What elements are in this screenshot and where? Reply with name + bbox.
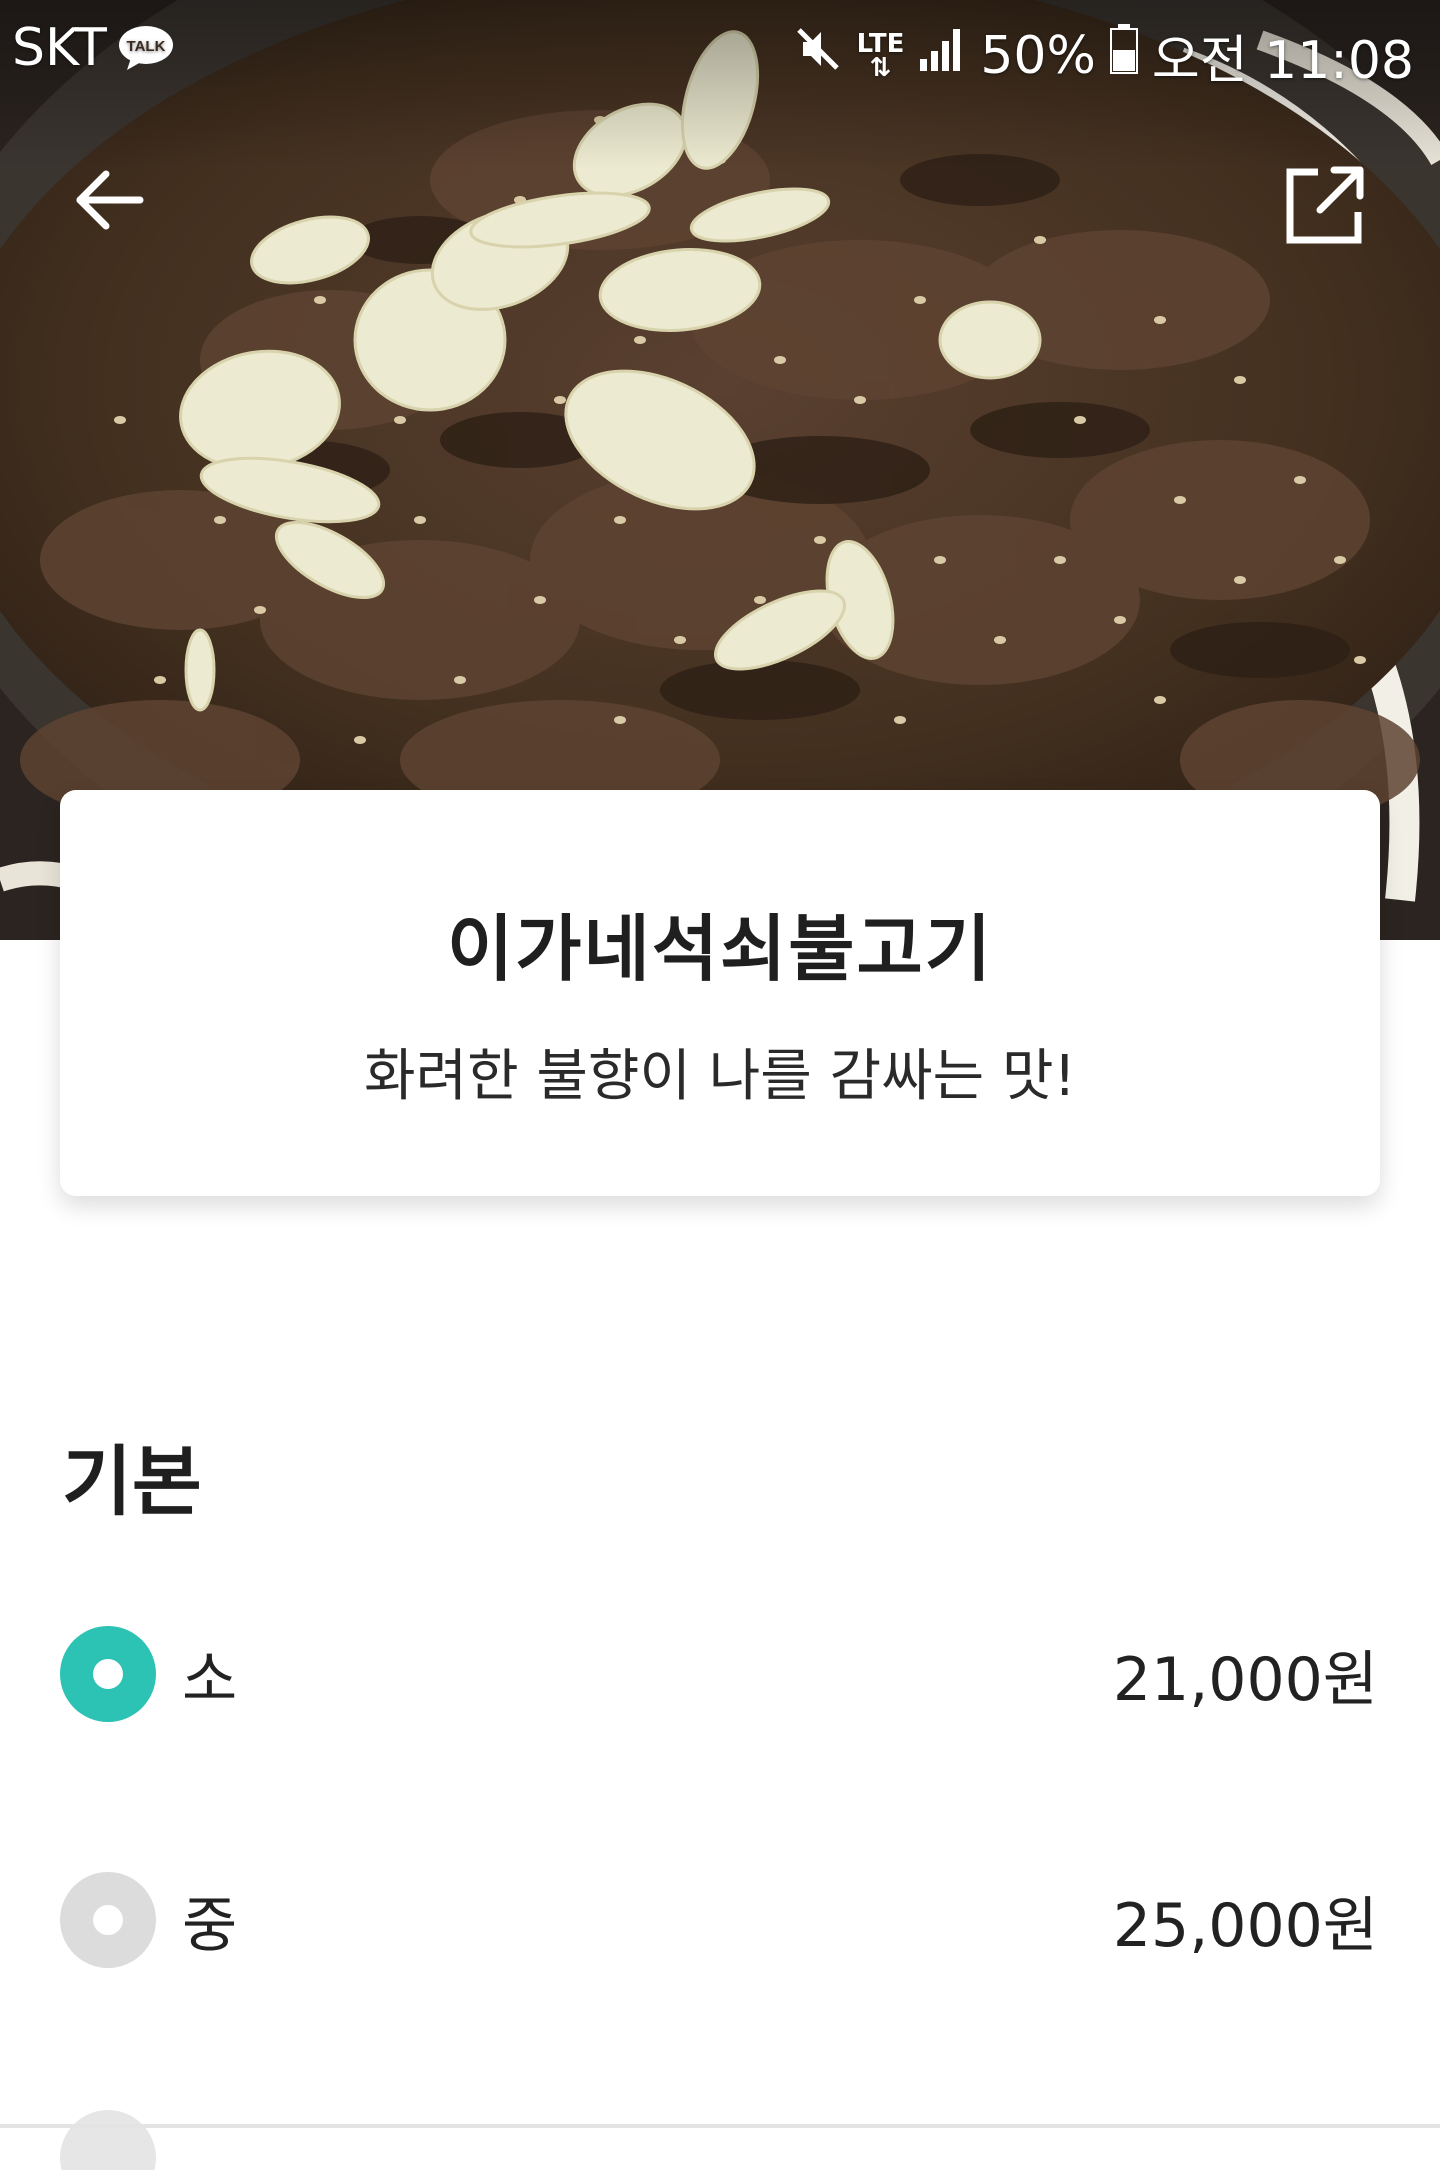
- share-external-icon: [1286, 166, 1364, 244]
- network-label: LTE: [856, 28, 905, 59]
- status-left: SKT TALK: [12, 18, 175, 78]
- option-price: 25,000원: [1112, 1890, 1378, 1961]
- menu-description: 화려한 불향이 나를 감싸는 맛!: [364, 1044, 1076, 1109]
- menu-name: 이가네석쇠불고기: [447, 907, 993, 991]
- mute-icon: [793, 24, 843, 87]
- kakaotalk-icon: TALK: [117, 24, 175, 72]
- option-row-small[interactable]: 소 21,000원: [60, 1624, 1378, 1724]
- data-arrows-icon: ⇅: [869, 52, 892, 83]
- radio-unselected-icon[interactable]: [60, 1872, 156, 1968]
- radio-selected-icon[interactable]: [60, 1626, 156, 1722]
- menu-detail-screen: SKT TALK LTE ⇅ 50% 오전 11:08 이가네석쇠불고기 화려한…: [0, 0, 1440, 2170]
- signal-icon: [918, 25, 966, 86]
- share-button[interactable]: [1280, 160, 1370, 250]
- back-button[interactable]: [70, 160, 150, 240]
- option-section-title: 기본: [62, 1437, 202, 1526]
- option-label: 소: [182, 1644, 238, 1715]
- talk-badge-text: TALK: [126, 38, 165, 55]
- option-label: 중: [182, 1890, 238, 1961]
- option-price: 21,000원: [1112, 1644, 1378, 1715]
- battery-percent: 50%: [980, 25, 1096, 86]
- battery-icon: [1109, 24, 1138, 87]
- arrow-left-icon: [76, 170, 144, 230]
- menu-info-card: 이가네석쇠불고기 화려한 불향이 나를 감싸는 맛!: [60, 790, 1380, 1196]
- divider: [0, 2124, 1440, 2128]
- status-bar: SKT TALK LTE ⇅ 50% 오전 11:08: [0, 0, 1440, 100]
- radio-partial-icon[interactable]: [60, 2110, 156, 2170]
- network-indicator: LTE ⇅: [856, 28, 905, 83]
- status-right: LTE ⇅ 50% 오전 11:08: [793, 18, 1414, 93]
- clock: 오전 11:08: [1151, 31, 1414, 91]
- carrier-label: SKT: [12, 18, 107, 78]
- option-row-medium[interactable]: 중 25,000원: [60, 1870, 1378, 1970]
